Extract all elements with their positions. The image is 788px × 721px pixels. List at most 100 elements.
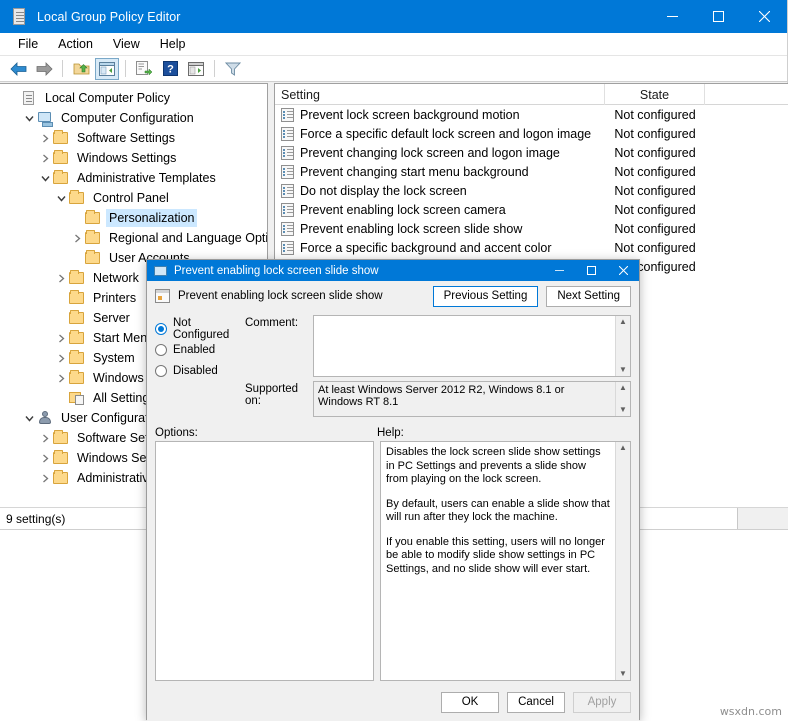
help-paragraph: If you enable this setting, users will n… <box>386 536 610 577</box>
chevron-down-icon[interactable] <box>22 110 36 126</box>
table-row[interactable]: Force a specific background and accent c… <box>275 238 788 257</box>
tree-item-computer-configuration[interactable]: Computer Configuration <box>0 108 267 128</box>
chevron-right-icon[interactable] <box>38 470 52 486</box>
scroll-down-icon[interactable]: ▼ <box>619 366 627 374</box>
setting-state: Not configured <box>605 203 705 217</box>
toolbar-separator <box>125 60 126 77</box>
setting-icon <box>155 289 170 303</box>
table-row[interactable]: Do not display the lock screenNot config… <box>275 181 788 200</box>
chevron-right-icon[interactable] <box>38 430 52 446</box>
options-pane[interactable] <box>155 441 374 681</box>
filter-icon[interactable] <box>221 58 245 80</box>
tree-item-label: Regional and Language Option <box>106 229 268 247</box>
scroll-down-icon[interactable]: ▼ <box>619 670 627 678</box>
tree-item-label: Network <box>90 269 142 287</box>
table-row[interactable]: Prevent lock screen background motionNot… <box>275 105 788 124</box>
chevron-right-icon[interactable] <box>54 330 68 346</box>
menu-action[interactable]: Action <box>48 35 103 53</box>
comment-scrollbar[interactable]: ▲ ▼ <box>615 316 630 376</box>
chevron-down-icon[interactable] <box>54 190 68 206</box>
dialog-close-button[interactable] <box>607 260 639 281</box>
dialog-title: Prevent enabling lock screen slide show <box>174 265 379 277</box>
setting-state: Not configured <box>605 127 705 141</box>
setting-name-cell: Force a specific default lock screen and… <box>275 127 605 141</box>
maximize-button[interactable] <box>695 0 741 33</box>
scroll-down-icon[interactable]: ▼ <box>619 406 627 414</box>
chevron-right-icon[interactable] <box>38 450 52 466</box>
tree-item-label: Printers <box>90 289 139 307</box>
tree-item-software-settings[interactable]: Software Settings <box>0 128 267 148</box>
show-pane-icon[interactable] <box>184 58 208 80</box>
window-title: Local Group Policy Editor <box>37 10 181 24</box>
help-icon[interactable]: ? <box>158 58 182 80</box>
minimize-button[interactable] <box>649 0 695 33</box>
policy-setting-icon <box>281 146 294 160</box>
supported-on-scrollbar[interactable]: ▲ ▼ <box>615 382 630 416</box>
tree-item-administrative-templates[interactable]: Administrative Templates <box>0 168 267 188</box>
menu-file[interactable]: File <box>8 35 48 53</box>
table-row[interactable]: Prevent changing lock screen and logon i… <box>275 143 788 162</box>
user-icon <box>36 410 55 426</box>
tree-item-personalization[interactable]: Personalization <box>0 208 267 228</box>
help-scrollbar[interactable]: ▲ ▼ <box>615 442 630 680</box>
chevron-right-icon[interactable] <box>38 130 52 146</box>
list-header: Setting State <box>275 84 788 105</box>
menu-help[interactable]: Help <box>150 35 196 53</box>
scroll-up-icon[interactable]: ▲ <box>619 318 627 326</box>
chevron-right-icon[interactable] <box>38 150 52 166</box>
column-header-extra[interactable] <box>705 84 788 105</box>
tree-item-regional-and-language-option[interactable]: Regional and Language Option <box>0 228 267 248</box>
chevron-right-icon[interactable] <box>54 270 68 286</box>
show-hide-tree-icon[interactable] <box>95 58 119 80</box>
radio-not-configured[interactable]: Not Configured <box>155 318 245 339</box>
dialog-minimize-button[interactable] <box>543 260 575 281</box>
previous-setting-button[interactable]: Previous Setting <box>433 286 539 307</box>
up-folder-icon[interactable] <box>69 58 93 80</box>
radio-disabled-indicator[interactable] <box>155 365 167 377</box>
radio-disabled[interactable]: Disabled <box>155 360 245 381</box>
radio-not-configured-label: Not Configured <box>173 317 245 341</box>
ok-button[interactable]: OK <box>441 692 499 713</box>
help-paragraph: By default, users can enable a slide sho… <box>386 498 610 525</box>
setting-name-cell: Prevent enabling lock screen slide show <box>275 222 605 236</box>
radio-not-configured-indicator[interactable] <box>155 323 167 335</box>
folder-icon <box>68 350 87 366</box>
export-list-icon[interactable] <box>132 58 156 80</box>
table-row[interactable]: Force a specific default lock screen and… <box>275 124 788 143</box>
table-row[interactable]: Prevent enabling lock screen slide showN… <box>275 219 788 238</box>
folder-icon <box>52 470 71 486</box>
chevron-right-icon[interactable] <box>54 350 68 366</box>
folder-icon <box>84 250 103 266</box>
chevron-right-icon[interactable] <box>70 230 84 246</box>
radio-enabled-indicator[interactable] <box>155 344 167 356</box>
table-row[interactable]: Prevent enabling lock screen cameraNot c… <box>275 200 788 219</box>
tree-item-windows-settings[interactable]: Windows Settings <box>0 148 267 168</box>
folder-icon <box>52 450 71 466</box>
dialog-maximize-button[interactable] <box>575 260 607 281</box>
policy-setting-icon <box>281 203 294 217</box>
close-button[interactable] <box>741 0 787 33</box>
back-arrow-icon[interactable] <box>6 58 30 80</box>
comment-value[interactable] <box>314 316 615 376</box>
scroll-up-icon[interactable]: ▲ <box>619 444 627 452</box>
column-header-setting[interactable]: Setting <box>275 84 605 105</box>
dialog-setting-name: Prevent enabling lock screen slide show <box>178 290 383 302</box>
menu-view[interactable]: View <box>103 35 150 53</box>
radio-enabled[interactable]: Enabled <box>155 339 245 360</box>
cancel-button[interactable]: Cancel <box>507 692 565 713</box>
next-setting-button[interactable]: Next Setting <box>546 286 631 307</box>
scroll-up-icon[interactable]: ▲ <box>619 384 627 392</box>
forward-arrow-icon[interactable] <box>32 58 56 80</box>
chevron-down-icon[interactable] <box>38 170 52 186</box>
chevron-down-icon[interactable] <box>22 410 36 426</box>
comment-label: Comment: <box>245 315 313 377</box>
comment-textarea[interactable]: ▲ ▼ <box>313 315 631 377</box>
chevron-right-icon[interactable] <box>54 370 68 386</box>
setting-name-cell: Do not display the lock screen <box>275 184 605 198</box>
setting-state: Not configured <box>605 184 705 198</box>
table-row[interactable]: Prevent changing start menu backgroundNo… <box>275 162 788 181</box>
tree-item-local-computer-policy[interactable]: Local Computer Policy <box>0 88 267 108</box>
tree-item-control-panel[interactable]: Control Panel <box>0 188 267 208</box>
column-header-state[interactable]: State <box>605 84 705 105</box>
policy-document-icon <box>20 90 39 106</box>
